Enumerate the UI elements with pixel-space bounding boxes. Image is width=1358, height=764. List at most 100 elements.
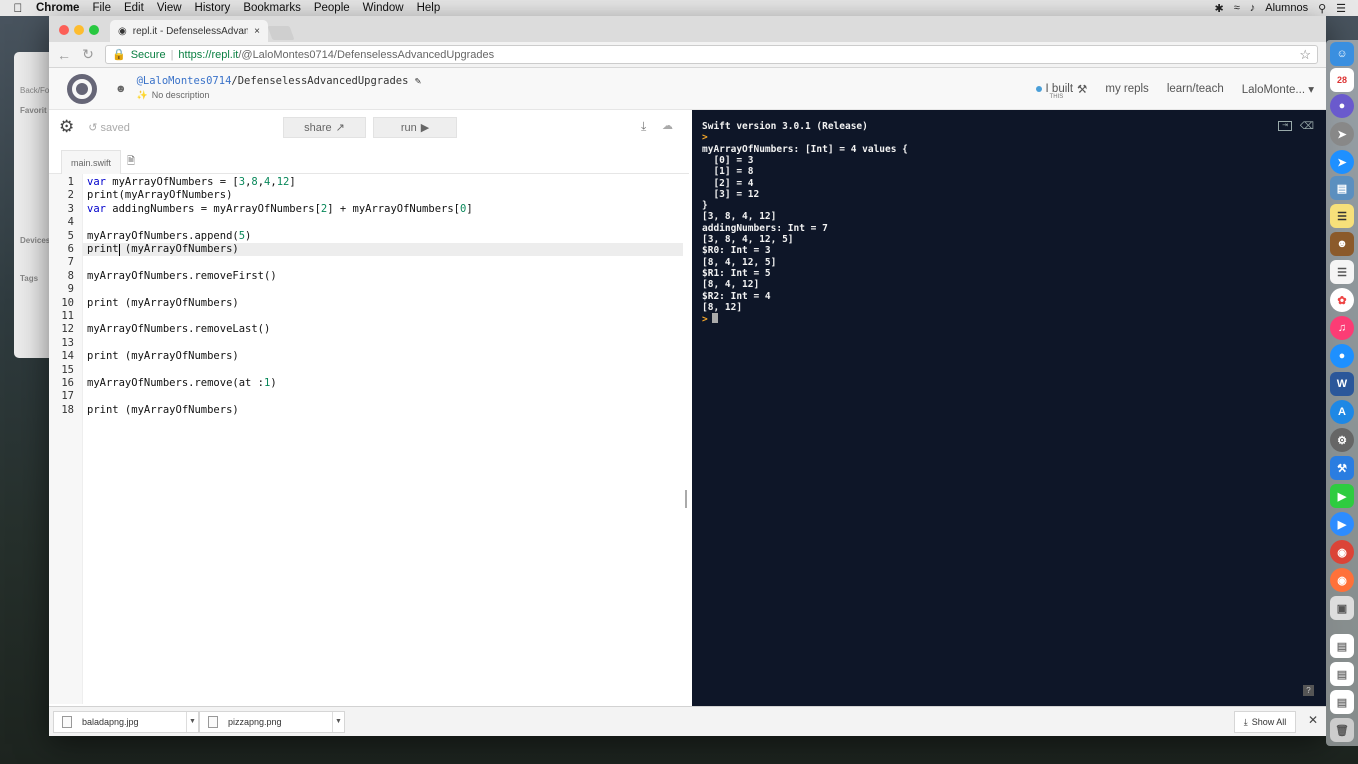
code-line[interactable]: var myArrayOfNumbers = [3,8,4,12] bbox=[87, 176, 296, 189]
cloud-upload-icon[interactable]: ☁ bbox=[662, 119, 673, 132]
code-line[interactable]: print (myArrayOfNumbers) bbox=[87, 350, 239, 363]
editor-pane: ⚙ ↺ saved share ↗ run ▶ ⤓ ☁ main.swift 🗎 1… bbox=[49, 110, 689, 706]
menu-bookmarks[interactable]: Bookmarks bbox=[243, 2, 309, 14]
menu-file[interactable]: File bbox=[92, 2, 119, 14]
share-icon: ↗ bbox=[335, 122, 345, 134]
pane-splitter-handle[interactable] bbox=[685, 490, 687, 508]
trash-dock-icon[interactable]: 🗑 bbox=[1330, 718, 1354, 742]
browser-tab[interactable]: ◉ repl.it - DefenselessAdvancedU × bbox=[110, 20, 268, 42]
my-repls-link[interactable]: my repls bbox=[1105, 83, 1148, 95]
project-owner[interactable]: @LaloMontes0714 bbox=[137, 75, 232, 87]
code-line[interactable]: print (myArrayOfNumbers) bbox=[87, 243, 239, 256]
clear-console-icon[interactable]: ⌫ bbox=[1300, 121, 1314, 132]
chevron-down-icon[interactable]: ▼ bbox=[186, 712, 198, 732]
volume-icon[interactable]: ♪ bbox=[1250, 2, 1256, 14]
edit-pencil-icon[interactable]: ✎ bbox=[415, 75, 421, 87]
xcode-dock-icon[interactable]: ⚒ bbox=[1330, 456, 1354, 480]
bluetooth-icon[interactable]: ✱ bbox=[1215, 2, 1224, 15]
console-line: [3] = 12 bbox=[702, 189, 759, 200]
url-separator: | bbox=[170, 48, 174, 61]
code-line[interactable]: print (myArrayOfNumbers) bbox=[87, 404, 239, 417]
code-line[interactable]: myArrayOfNumbers.remove(at :1) bbox=[87, 377, 277, 390]
reload-icon[interactable]: ↻ bbox=[81, 46, 95, 63]
facetime-dock-icon[interactable]: ▶ bbox=[1330, 484, 1354, 508]
macos-menubar:  Chrome File Edit View History Bookmark… bbox=[0, 0, 1358, 16]
menu-edit[interactable]: Edit bbox=[124, 2, 152, 14]
zoom-dock-icon[interactable]: ▶ bbox=[1330, 512, 1354, 536]
notification-center-icon[interactable]: ☰ bbox=[1336, 2, 1346, 15]
installer-dock-icon[interactable]: ▣ bbox=[1330, 596, 1354, 620]
download-item[interactable]: pizzapng.png ▼ bbox=[199, 711, 345, 733]
code-line[interactable]: print (myArrayOfNumbers) bbox=[87, 297, 239, 310]
system-preferences-dock-icon[interactable]: ⚙ bbox=[1330, 428, 1354, 452]
reminders-dock-icon[interactable]: ☰ bbox=[1330, 260, 1354, 284]
code-line[interactable]: print(myArrayOfNumbers) bbox=[87, 189, 232, 202]
close-window-button[interactable] bbox=[59, 25, 69, 35]
app-store-dock-icon[interactable]: A bbox=[1330, 400, 1354, 424]
siri-dock-icon[interactable]: ● bbox=[1330, 94, 1354, 118]
document-dock-icon[interactable]: ▤ bbox=[1330, 662, 1354, 686]
code-line[interactable]: myArrayOfNumbers.append(5) bbox=[87, 230, 251, 243]
new-tab-button[interactable] bbox=[267, 26, 295, 40]
address-bar[interactable]: 🔒 Secure | https://repl.it/@LaloMontes07… bbox=[105, 45, 1318, 64]
line-number: 16 bbox=[61, 377, 74, 389]
console-pane[interactable]: ⇥ ⌫ ? Swift version 3.0.1 (Release) > myAr… bbox=[692, 110, 1326, 706]
learn-teach-link[interactable]: learn/teach bbox=[1167, 83, 1224, 95]
download-icon[interactable]: ⤓ bbox=[641, 119, 646, 134]
minimize-window-button[interactable] bbox=[74, 25, 84, 35]
i-built-this-button[interactable]: I built ⚒ THIS bbox=[1035, 82, 1088, 100]
document-dock-icon[interactable]: ▤ bbox=[1330, 690, 1354, 714]
code-line[interactable]: var addingNumbers = myArrayOfNumbers[2] … bbox=[87, 203, 473, 216]
project-description[interactable]: No description bbox=[152, 90, 210, 100]
safari-dock-icon[interactable]: ➤ bbox=[1330, 150, 1354, 174]
close-download-bar-icon[interactable]: ✕ bbox=[1308, 713, 1318, 727]
show-all-button[interactable]: ⤓ Show All bbox=[1234, 711, 1296, 733]
code-line[interactable]: myArrayOfNumbers.removeFirst() bbox=[87, 270, 277, 283]
finder-dock-icon[interactable]: ☺ bbox=[1330, 42, 1354, 66]
help-icon[interactable]: ? bbox=[1303, 685, 1314, 696]
calendar-dock-icon[interactable]: 28 bbox=[1330, 68, 1354, 92]
run-button[interactable]: run ▶ bbox=[373, 117, 457, 138]
bookmark-star-icon[interactable]: ☆ bbox=[1299, 47, 1311, 63]
wifi-icon[interactable]: ≈ bbox=[1234, 2, 1240, 14]
contacts-dock-icon[interactable]: ☻ bbox=[1330, 232, 1354, 256]
preview-dock-icon[interactable]: ▤ bbox=[1330, 176, 1354, 200]
photos-dock-icon[interactable]: ✿ bbox=[1330, 288, 1354, 312]
caret-down-icon: ▾ bbox=[1308, 83, 1314, 96]
multiplayer-icon[interactable]: ☻ bbox=[115, 83, 127, 95]
file-tab-main-swift[interactable]: main.swift bbox=[61, 150, 121, 174]
menu-view[interactable]: View bbox=[157, 2, 190, 14]
word-dock-icon[interactable]: W bbox=[1330, 372, 1354, 396]
firefox-dock-icon[interactable]: ◉ bbox=[1330, 568, 1354, 592]
document-dock-icon[interactable]: ▤ bbox=[1330, 634, 1354, 658]
chrome-dock-icon[interactable]: ◉ bbox=[1330, 540, 1354, 564]
close-tab-icon[interactable]: × bbox=[254, 26, 260, 37]
saved-status: ↺ saved bbox=[88, 121, 130, 134]
console-split-icon[interactable]: ⇥ bbox=[1278, 121, 1292, 131]
back-icon[interactable]: ← bbox=[57, 47, 71, 63]
itunes-dock-icon[interactable]: ♫ bbox=[1330, 316, 1354, 340]
menu-history[interactable]: History bbox=[195, 2, 239, 14]
menu-people[interactable]: People bbox=[314, 2, 358, 14]
apple-menu-icon[interactable]:  bbox=[0, 1, 36, 15]
menubar-user[interactable]: Alumnos bbox=[1265, 2, 1308, 14]
code-line[interactable]: myArrayOfNumbers.removeLast() bbox=[87, 323, 270, 336]
launchpad-dock-icon[interactable]: ➤ bbox=[1330, 122, 1354, 146]
chevron-down-icon[interactable]: ▼ bbox=[332, 712, 344, 732]
menu-chrome[interactable]: Chrome bbox=[36, 2, 87, 14]
menu-window[interactable]: Window bbox=[363, 2, 412, 14]
add-file-icon[interactable]: 🗎 bbox=[127, 154, 135, 171]
share-button[interactable]: share ↗ bbox=[283, 117, 366, 138]
line-number: 12 bbox=[61, 323, 74, 336]
zoom-window-button[interactable] bbox=[89, 25, 99, 35]
notes-dock-icon[interactable]: ☰ bbox=[1330, 204, 1354, 228]
gear-icon[interactable]: ⚙ bbox=[59, 117, 74, 137]
spotlight-icon[interactable]: ⚲ bbox=[1318, 2, 1326, 15]
replit-logo-icon[interactable] bbox=[67, 73, 97, 104]
download-item[interactable]: baladapng.jpg ▼ bbox=[53, 711, 199, 733]
code-editor[interactable]: 1 2 3 4 5 6 7 8 9 10 11 12 13 14 15 16 17 18 var myArrayO… bbox=[49, 174, 683, 704]
hammer-icon: ⚒ bbox=[1077, 83, 1088, 96]
menu-help[interactable]: Help bbox=[417, 2, 449, 14]
user-menu[interactable]: LaloMonte... ▾ bbox=[1242, 82, 1314, 96]
messages-dock-icon[interactable]: ● bbox=[1330, 344, 1354, 368]
